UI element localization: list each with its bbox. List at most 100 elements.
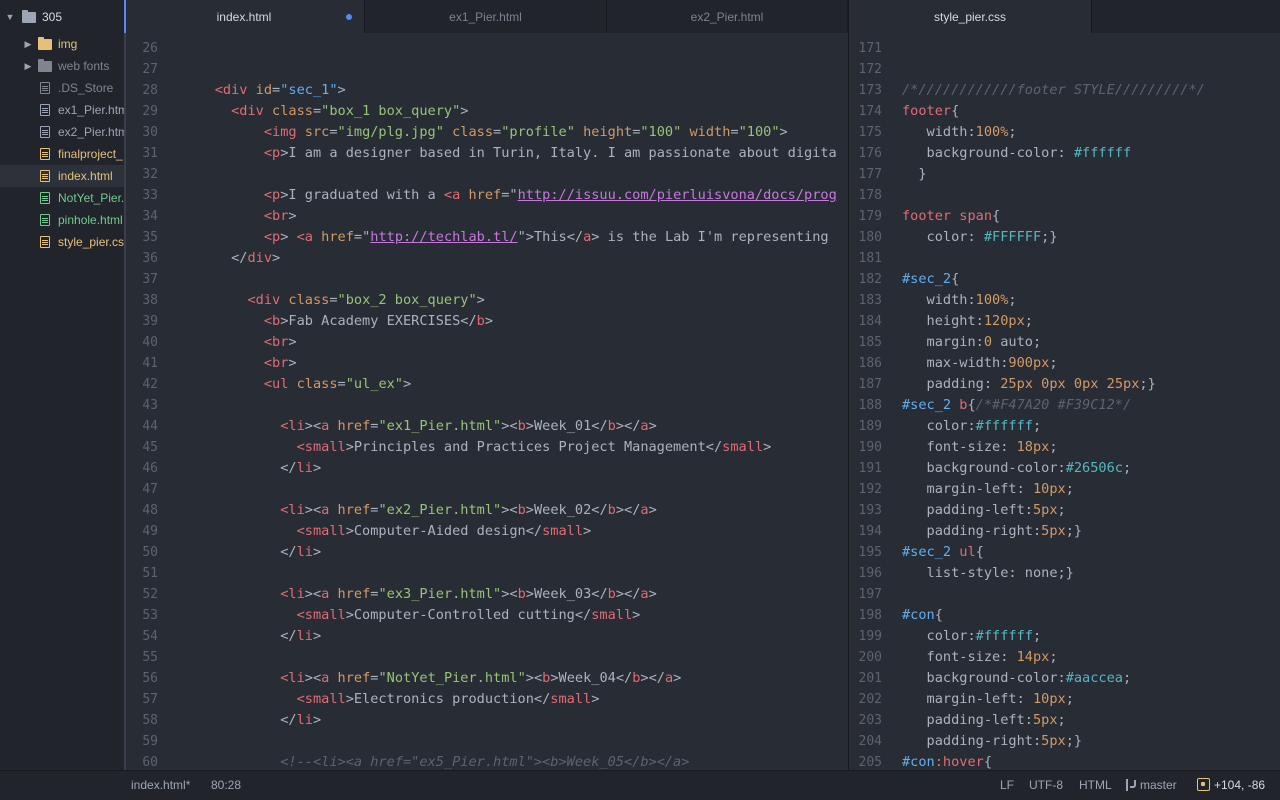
code-line[interactable]: 48 <li><a href="ex2_Pier.html"><b>Week_0… <box>126 500 848 521</box>
code-line[interactable]: 44 <li><a href="ex1_Pier.html"><b>Week_0… <box>126 416 848 437</box>
code-line[interactable]: 51 <box>126 563 848 584</box>
code-line[interactable]: 55 <box>126 647 848 668</box>
code-line[interactable]: 192 margin-left: 10px; <box>849 479 1280 500</box>
code-line[interactable]: 188 #sec_2 b{/*#F47A20 #F39C12*/ <box>849 395 1280 416</box>
code-line[interactable]: 187 padding: 25px 0px 0px 25px;} <box>849 374 1280 395</box>
code-line[interactable]: 184 height:120px; <box>849 311 1280 332</box>
code-line[interactable]: 54 </li> <box>126 626 848 647</box>
code-line[interactable]: 50 </li> <box>126 542 848 563</box>
code-line[interactable]: 47 <box>126 479 848 500</box>
chevron-right-icon[interactable]: ▶ <box>22 61 34 72</box>
code-line[interactable]: 43 <box>126 395 848 416</box>
tab-index-html[interactable]: index.html <box>124 0 365 33</box>
chevron-right-icon[interactable]: ▶ <box>22 39 34 50</box>
code-line[interactable]: 199 color:#ffffff; <box>849 626 1280 647</box>
editor-right-pane[interactable]: 171 172 173 /*////////////footer STYLE/////… <box>848 33 1280 770</box>
code-line[interactable]: 205 #con:hover{ <box>849 752 1280 770</box>
code-line[interactable]: 171 <box>849 38 1280 59</box>
tree-item-ex1-pier-html[interactable]: ex1_Pier.html <box>0 99 124 121</box>
tab-style-pier-css[interactable]: style_pier.css <box>849 0 1092 33</box>
tree-item-ex2-pier-html[interactable]: ex2_Pier.html <box>0 121 124 143</box>
status-grammar[interactable]: HTML <box>1079 771 1112 800</box>
line-number: 193 <box>858 503 882 518</box>
code-line[interactable]: 27 <box>126 59 848 80</box>
code-line[interactable]: 189 color:#ffffff; <box>849 416 1280 437</box>
tree-item-style-pier-css[interactable]: style_pier.css <box>0 231 124 253</box>
code-line[interactable]: 190 font-size: 18px; <box>849 437 1280 458</box>
tree-item-img[interactable]: ▶ img <box>0 33 124 55</box>
code-line[interactable]: 182 #sec_2{ <box>849 269 1280 290</box>
status-file-name[interactable]: index.html* <box>131 771 190 800</box>
code-line[interactable]: 186 max-width:900px; <box>849 353 1280 374</box>
code-line[interactable]: 198 #con{ <box>849 605 1280 626</box>
status-line-ending[interactable]: LF <box>1000 771 1014 800</box>
code-token: 25px <box>1106 376 1140 392</box>
code-line[interactable]: 35 <p> <a href="http://techlab.tl/">This… <box>126 227 848 248</box>
code-line[interactable]: 53 <small>Computer-Controlled cutting</s… <box>126 605 848 626</box>
tree-root-305[interactable]: ▼ 305 <box>0 6 124 28</box>
tree-item-index-html[interactable]: index.html <box>0 165 124 187</box>
code-line[interactable]: 49 <small>Computer-Aided design</small> <box>126 521 848 542</box>
code-line[interactable]: 30 <img src="img/plg.jpg" class="profile… <box>126 122 848 143</box>
code-line[interactable]: 39 <b>Fab Academy EXERCISES</b> <box>126 311 848 332</box>
code-line[interactable]: 58 </li> <box>126 710 848 731</box>
status-branch[interactable]: master <box>1126 771 1177 800</box>
code-line[interactable]: 59 <box>126 731 848 752</box>
code-line[interactable]: 37 <box>126 269 848 290</box>
editor-left-pane[interactable]: 26 27 28 <div id="sec_1"> 29 <div class="bo… <box>124 33 848 770</box>
code-line[interactable]: 56 <li><a href="NotYet_Pier.html"><b>Wee… <box>126 668 848 689</box>
tree-item-finalproject[interactable]: finalproject_ <box>0 143 124 165</box>
tree-item-web-fonts[interactable]: ▶ web fonts <box>0 55 124 77</box>
code-line[interactable]: 31 <p>I am a designer based in Turin, It… <box>126 143 848 164</box>
code-line[interactable]: 183 width:100%; <box>849 290 1280 311</box>
status-git-diff[interactable]: +104, -86 <box>1197 771 1265 800</box>
code-line[interactable]: 36 </div> <box>126 248 848 269</box>
code-line[interactable]: 176 background-color: #ffffff <box>849 143 1280 164</box>
code-line[interactable]: 202 margin-left: 10px; <box>849 689 1280 710</box>
code-line[interactable]: 179 footer span{ <box>849 206 1280 227</box>
code-line[interactable]: 196 list-style: none;} <box>849 563 1280 584</box>
code-line[interactable]: 174 footer{ <box>849 101 1280 122</box>
code-line[interactable]: 32 <box>126 164 848 185</box>
tree-item-pinhole-html[interactable]: pinhole.html <box>0 209 124 231</box>
code-line[interactable]: 197 <box>849 584 1280 605</box>
tab-ex1-pier-html[interactable]: ex1_Pier.html <box>365 0 607 33</box>
code-line[interactable]: 45 <small>Principles and Practices Proje… <box>126 437 848 458</box>
code-line[interactable]: 28 <div id="sec_1"> <box>126 80 848 101</box>
code-line[interactable]: 40 <br> <box>126 332 848 353</box>
code-line[interactable]: 191 background-color:#26506c; <box>849 458 1280 479</box>
code-line[interactable]: 193 padding-left:5px; <box>849 500 1280 521</box>
code-line[interactable]: 185 margin:0 auto; <box>849 332 1280 353</box>
code-line[interactable]: 194 padding-right:5px;} <box>849 521 1280 542</box>
code-line[interactable]: 172 <box>849 59 1280 80</box>
code-line[interactable]: 60 <!--<li><a href="ex5_Pier.html"><b>We… <box>126 752 848 770</box>
code-line[interactable]: 204 padding-right:5px;} <box>849 731 1280 752</box>
tab-ex2-pier-html[interactable]: ex2_Pier.html <box>607 0 848 33</box>
tree-item-notyet-pier[interactable]: NotYet_Pier. <box>0 187 124 209</box>
code-line[interactable]: 42 <ul class="ul_ex"> <box>126 374 848 395</box>
code-line[interactable]: 177 } <box>849 164 1280 185</box>
code-line[interactable]: 57 <small>Electronics production</small> <box>126 689 848 710</box>
code-line[interactable]: 173 /*////////////footer STYLE/////////*/ <box>849 80 1280 101</box>
code-line[interactable]: 29 <div class="box_1 box_query"> <box>126 101 848 122</box>
code-line[interactable]: 33 <p>I graduated with a <a href="http:/… <box>126 185 848 206</box>
tree-view[interactable]: ▼ 305 ▶ img ▶ web fonts .DS_Store ex1_Pier.ht… <box>0 0 124 770</box>
code-line[interactable]: 178 <box>849 185 1280 206</box>
code-line[interactable]: 180 color: #FFFFFF;} <box>849 227 1280 248</box>
chevron-down-icon[interactable]: ▼ <box>4 12 16 22</box>
code-line[interactable]: 52 <li><a href="ex3_Pier.html"><b>Week_0… <box>126 584 848 605</box>
status-encoding[interactable]: UTF-8 <box>1029 771 1063 800</box>
status-cursor-position[interactable]: 80:28 <box>211 771 241 800</box>
code-line[interactable]: 201 background-color:#aaccea; <box>849 668 1280 689</box>
code-line[interactable]: 41 <br> <box>126 353 848 374</box>
code-line[interactable]: 38 <div class="box_2 box_query"> <box>126 290 848 311</box>
code-line[interactable]: 181 <box>849 248 1280 269</box>
code-line[interactable]: 203 padding-left:5px; <box>849 710 1280 731</box>
code-line[interactable]: 46 </li> <box>126 458 848 479</box>
code-line[interactable]: 200 font-size: 14px; <box>849 647 1280 668</box>
code-line[interactable]: 26 <box>126 38 848 59</box>
code-line[interactable]: 195 #sec_2 ul{ <box>849 542 1280 563</box>
code-line[interactable]: 175 width:100%; <box>849 122 1280 143</box>
code-line[interactable]: 34 <br> <box>126 206 848 227</box>
tree-item-ds-store[interactable]: .DS_Store <box>0 77 124 99</box>
